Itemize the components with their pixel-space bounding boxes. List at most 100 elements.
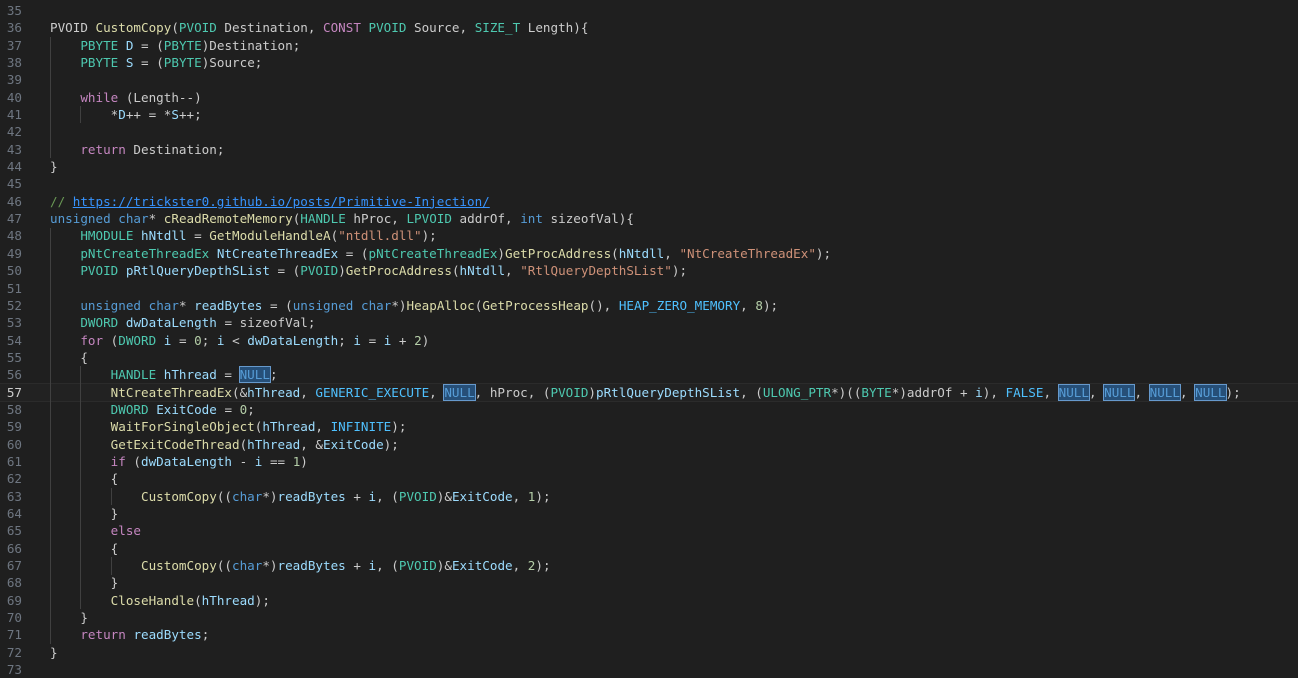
comment-link[interactable]: https://trickster0.github.io/posts/Primi… [73, 194, 490, 209]
type-token: PBYTE [163, 55, 202, 71]
code-line[interactable]: 45 [0, 175, 1298, 192]
code-line[interactable]: 57 NtCreateThreadEx(&hThread, GENERIC_EX… [0, 382, 1298, 402]
highlighted-null-token: NULL [1194, 383, 1227, 401]
plain-token: = [216, 401, 240, 417]
code-line[interactable]: 48 HMODULE hNtdll = GetModuleHandleA("nt… [0, 227, 1298, 244]
plain-token: * [148, 211, 164, 227]
line-number: 66 [6, 540, 22, 556]
plain-token: = [216, 367, 240, 383]
code-line[interactable]: 39 [0, 71, 1298, 88]
code-text: if (dwDataLength - i == 1) [50, 453, 308, 470]
code-line[interactable]: 41 *D++ = *S++; [0, 106, 1298, 123]
code-line[interactable]: 37 PBYTE D = (PBYTE)Destination; [0, 37, 1298, 54]
code-line[interactable]: 73 [0, 661, 1298, 678]
line-number: 38 [6, 55, 22, 71]
code-line[interactable]: 64 } [0, 505, 1298, 522]
plain-token: ) [497, 245, 506, 261]
plain-token: , ( [376, 558, 399, 573]
plain-token: (( [216, 488, 232, 504]
code-text: // https://trickster0.github.io/posts/Pr… [50, 193, 490, 210]
plain-token: ) [300, 453, 308, 469]
code-line[interactable]: 68 } [0, 574, 1298, 591]
variable-token: S [171, 107, 179, 123]
code-line[interactable]: 49 pNtCreateThreadEx NtCreateThreadEx = … [0, 245, 1298, 262]
keyword-token: char [360, 297, 392, 313]
code-line[interactable]: 52 unsigned char* readBytes = (unsigned … [0, 297, 1298, 314]
code-line[interactable]: 56 HANDLE hThread = NULL; [0, 366, 1298, 384]
code-line[interactable]: 71 return readBytes; [0, 626, 1298, 643]
code-line[interactable]: 69 CloseHandle(hThread); [0, 592, 1298, 609]
variable-token: dwDataLength [125, 315, 217, 331]
code-line[interactable]: 36 PVOID CustomCopy(PVOID Destination, CO… [0, 19, 1298, 36]
code-line[interactable]: 58 DWORD ExitCode = 0; [0, 401, 1298, 418]
plain-token: Length){ [520, 20, 589, 36]
line-number: 55 [6, 349, 22, 365]
plain-token: ) [338, 263, 346, 279]
code-text: CloseHandle(hThread); [50, 592, 270, 609]
plain-token: == [262, 453, 293, 469]
highlighted-null-token: NULL [443, 383, 476, 401]
code-line[interactable]: 60 GetExitCodeThread(hThread, &ExitCode)… [0, 436, 1298, 453]
code-line[interactable]: 50 PVOID pRtlQueryDepthSList = (PVOID)Ge… [0, 262, 1298, 279]
function-token: HeapAlloc [406, 297, 475, 313]
plain-token: *) [262, 558, 278, 573]
code-line[interactable]: 53 DWORD dwDataLength = sizeofVal; [0, 314, 1298, 331]
function-token: CustomCopy [141, 558, 217, 573]
type-token: pNtCreateThreadEx [80, 245, 210, 261]
code-text: WaitForSingleObject(hThread, INFINITE); [50, 418, 407, 435]
code-editor[interactable]: 35 36 PVOID CustomCopy(PVOID Destination, … [0, 0, 1298, 677]
code-text: CustomCopy((char*)readBytes + i, (PVOID)… [50, 488, 551, 505]
string-token: "NtCreateThreadEx" [679, 245, 816, 261]
keyword-token: unsigned [50, 211, 111, 227]
plain-token: ); [391, 419, 407, 435]
code-line[interactable]: 40 while (Length--) [0, 89, 1298, 106]
plain-token: (), [588, 297, 619, 313]
code-text: } [50, 574, 119, 591]
variable-token: ExitCode [323, 436, 384, 452]
line-number: 69 [6, 592, 22, 608]
code-line[interactable]: 59 WaitForSingleObject(hThread, INFINITE… [0, 418, 1298, 435]
plain-token: ( [451, 263, 460, 279]
code-line[interactable]: 35 [0, 2, 1298, 19]
code-line[interactable]: 72} [0, 644, 1298, 661]
type-token: PVOID [178, 20, 217, 36]
code-line[interactable]: 54 for (DWORD i = 0; i < dwDataLength; i… [0, 332, 1298, 349]
code-text: } [50, 158, 58, 175]
code-line[interactable]: 65 else [0, 522, 1298, 539]
variable-token: hThread [163, 367, 217, 383]
function-token: GetModuleHandleA [209, 228, 331, 244]
code-line[interactable]: 46 // https://trickster0.github.io/posts/… [0, 193, 1298, 210]
control-keyword-token: return [80, 141, 126, 157]
plain-token: ); [1225, 384, 1241, 400]
code-line[interactable]: 67 CustomCopy((char*)readBytes + i, (PVO… [0, 557, 1298, 574]
type-token: PVOID [368, 20, 407, 36]
code-line[interactable]: 55 { [0, 349, 1298, 366]
code-line[interactable]: 44} [0, 158, 1298, 175]
code-line[interactable]: 62 { [0, 470, 1298, 487]
code-line[interactable]: 38 PBYTE S = (PBYTE)Source; [0, 54, 1298, 71]
plain-token: addrOf, [451, 211, 521, 227]
plain-token: (Length--) [118, 89, 202, 105]
code-text: DWORD ExitCode = 0; [50, 401, 255, 418]
code-line[interactable]: 63 CustomCopy((char*)readBytes + i, (PVO… [0, 488, 1298, 505]
code-line[interactable]: 47 unsigned char* cReadRemoteMemory(HANDL… [0, 210, 1298, 227]
function-token: GetExitCodeThread [110, 436, 240, 452]
code-line[interactable]: 51 [0, 280, 1298, 297]
code-line[interactable]: 42 [0, 123, 1298, 140]
code-line[interactable]: 43 return Destination; [0, 141, 1298, 158]
code-line[interactable]: 66 { [0, 540, 1298, 557]
keyword-token: unsigned [292, 297, 354, 313]
code-line[interactable]: 70 } [0, 609, 1298, 626]
code-line[interactable]: 61 if (dwDataLength - i == 1) [0, 453, 1298, 470]
